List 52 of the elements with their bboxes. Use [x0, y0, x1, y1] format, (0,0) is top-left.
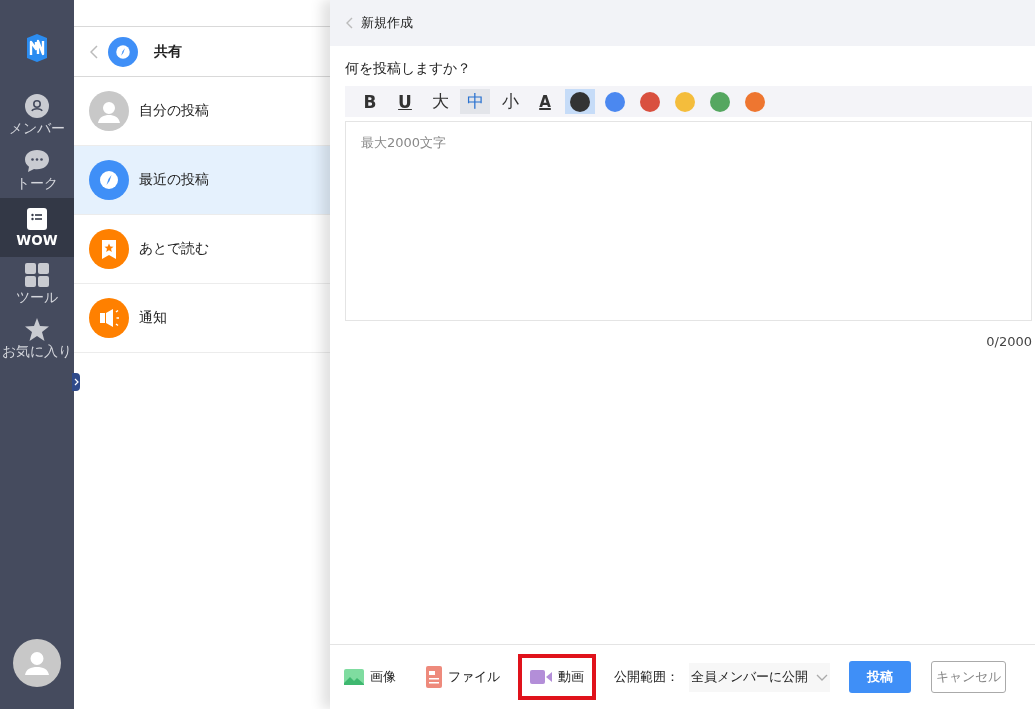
nav-item[interactable]: ツール — [0, 257, 74, 312]
chevron-right-icon — [73, 378, 79, 386]
landscape-image-icon — [344, 669, 364, 685]
visibility-dropdown[interactable]: 全員メンバーに公開 — [689, 662, 830, 692]
color-dot-icon — [640, 91, 660, 112]
chat-bubble-icon — [24, 149, 50, 173]
color-dot-icon — [605, 91, 625, 112]
bookmark-icon — [89, 229, 129, 269]
underline-button[interactable]: U — [390, 89, 420, 114]
color-swatch[interactable] — [565, 89, 595, 114]
compass-icon — [89, 160, 129, 200]
panel-title: 新規作成 — [361, 14, 413, 32]
font-size-button[interactable]: 中 — [460, 89, 490, 114]
font-size-button[interactable]: 小 — [495, 89, 525, 114]
color-dot-icon — [710, 91, 730, 112]
chevron-left-icon[interactable] — [90, 44, 98, 59]
megaphone-icon — [89, 298, 129, 338]
color-dot-icon — [745, 91, 765, 112]
avatar-icon — [13, 639, 61, 687]
section-title: 共有 — [154, 42, 182, 61]
color-dot-icon — [675, 91, 695, 112]
color-dot-icon — [570, 91, 590, 112]
font-size-button[interactable]: 大 — [425, 89, 455, 114]
prompt-label: 何を投稿しますか？ — [345, 60, 472, 78]
nav-item[interactable]: WOW — [0, 198, 74, 257]
visibility-label: 公開範囲： — [614, 668, 679, 686]
menu-item[interactable]: 通知 — [74, 284, 330, 353]
character-counter: 0/2000 — [986, 334, 1032, 349]
person-icon — [25, 94, 49, 118]
chevron-down-icon — [816, 673, 828, 681]
menu-item[interactable]: あとで読む — [74, 215, 330, 284]
video-camera-icon — [530, 670, 552, 684]
grid-icon — [25, 263, 49, 287]
nav-item[interactable]: トーク — [0, 143, 74, 198]
chevron-left-icon — [346, 17, 353, 29]
bold-button[interactable]: B — [355, 89, 385, 114]
person-icon — [89, 91, 129, 131]
post-body-field[interactable]: 最大2000文字 — [345, 121, 1032, 321]
nav-item[interactable]: メンバー — [0, 88, 74, 143]
cancel-button[interactable]: キャンセル — [931, 661, 1006, 693]
app-logo-icon — [24, 34, 50, 62]
attach-button[interactable]: 画像 — [332, 654, 408, 700]
menu-item[interactable]: 最近の投稿 — [74, 146, 330, 215]
document-icon — [426, 666, 442, 688]
attach-button[interactable]: ファイル — [414, 652, 512, 702]
nav-item[interactable]: お気に入り — [0, 312, 74, 366]
list-document-icon — [27, 208, 47, 230]
text-color-button[interactable]: A — [530, 89, 560, 114]
expand-handle[interactable] — [72, 373, 80, 391]
star-icon — [25, 318, 49, 341]
attach-button[interactable]: 動画 — [518, 654, 596, 700]
compass-icon — [108, 36, 138, 67]
